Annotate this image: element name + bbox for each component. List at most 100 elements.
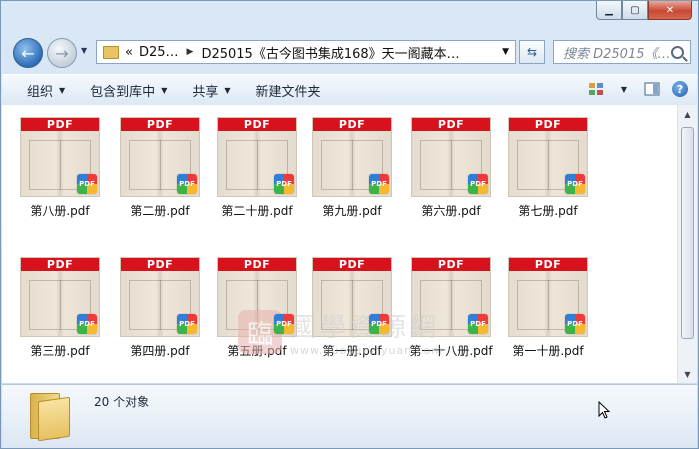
file-item[interactable]: PDF PDF 第一十八册.pdf [403, 257, 499, 359]
file-item[interactable]: PDF PDF 第二册.pdf [112, 117, 208, 219]
pdf-app-icon: PDF [274, 314, 294, 334]
pdf-thumbnail: PDF PDF [20, 117, 100, 197]
forward-button[interactable]: → [47, 38, 77, 68]
back-button[interactable]: ← [13, 38, 43, 68]
pdf-app-icon: PDF [468, 174, 488, 194]
search-input[interactable]: 搜索 D25015《… [553, 40, 691, 64]
file-name: 第一十册.pdf [512, 344, 584, 358]
vertical-scrollbar[interactable]: ▲ ▼ [677, 105, 697, 383]
pdf-header-band: PDF [218, 118, 296, 131]
minimize-button[interactable]: ▁ [596, 1, 622, 20]
file-name: 第六册.pdf [421, 204, 481, 218]
new-folder-label: 新建文件夹 [255, 84, 321, 100]
pdf-header-band: PDF [412, 258, 490, 271]
chevron-down-icon: ▼ [620, 84, 628, 94]
file-item[interactable]: PDF PDF 第二十册.pdf [209, 117, 305, 219]
file-item[interactable]: PDF PDF 第三册.pdf [12, 257, 108, 359]
pdf-thumbnail: PDF PDF [20, 257, 100, 337]
pdf-thumbnail: PDF PDF [217, 117, 297, 197]
file-name: 第八册.pdf [30, 204, 90, 218]
pdf-thumbnail: PDF PDF [120, 117, 200, 197]
address-dropdown-icon[interactable]: ▼ [502, 47, 509, 57]
maximize-button[interactable]: ▢ [622, 1, 648, 20]
chevron-down-icon: ▼ [224, 85, 231, 95]
refresh-button[interactable]: ⇆ [519, 40, 545, 64]
file-item[interactable]: PDF PDF 第九册.pdf [304, 117, 400, 219]
pdf-thumbnail: PDF PDF [411, 257, 491, 337]
organize-label: 组织 [27, 84, 54, 100]
pdf-app-icon: PDF [274, 174, 294, 194]
organize-menu[interactable]: 组织 ▼ [27, 81, 65, 100]
new-folder-button[interactable]: 新建文件夹 [256, 81, 321, 100]
chevron-right-icon[interactable]: ▶ [187, 47, 194, 57]
pdf-app-icon: PDF [177, 174, 197, 194]
pdf-thumbnail: PDF PDF [411, 117, 491, 197]
caption-buttons: ▁ ▢ ✕ [596, 1, 692, 21]
folder-large-icon [30, 393, 70, 442]
pdf-thumbnail: PDF PDF [217, 257, 297, 337]
file-name: 第五册.pdf [227, 344, 287, 358]
breadcrumb-current[interactable]: D25015《古今图书集成168》天一阁藏本… [201, 43, 459, 62]
pdf-header-band: PDF [121, 258, 199, 271]
file-name: 第七册.pdf [518, 204, 578, 218]
help-button[interactable]: ? [671, 80, 689, 98]
file-item[interactable]: PDF PDF 第七册.pdf [500, 117, 596, 219]
include-in-library-label: 包含到库中 [90, 84, 156, 100]
change-view-icon [589, 83, 603, 95]
file-name: 第三册.pdf [30, 344, 90, 358]
share-menu[interactable]: 共享 ▼ [192, 81, 230, 100]
pdf-header-band: PDF [313, 118, 391, 131]
include-in-library-menu[interactable]: 包含到库中 ▼ [90, 81, 167, 100]
pdf-app-icon: PDF [77, 174, 97, 194]
file-item[interactable]: PDF PDF 第一册.pdf [304, 257, 400, 359]
pdf-header-band: PDF [509, 118, 587, 131]
recent-pages-dropdown[interactable]: ▼ [81, 46, 87, 55]
breadcrumb-parent[interactable]: D25… [139, 45, 179, 60]
pdf-app-icon: PDF [369, 174, 389, 194]
help-icon: ? [672, 81, 688, 97]
file-name: 第一十八册.pdf [409, 344, 493, 358]
scroll-thumb[interactable] [681, 127, 694, 339]
chevron-down-icon: ▼ [161, 85, 168, 95]
scroll-down-icon[interactable]: ▼ [680, 367, 695, 381]
scroll-up-icon[interactable]: ▲ [680, 107, 695, 121]
maximize-icon: ▢ [630, 4, 640, 16]
explorer-window: ▁ ▢ ✕ ← → ▼ « D25… ▶ D25015《古今图书集成168》天一… [0, 0, 699, 449]
address-bar[interactable]: « D25… ▶ D25015《古今图书集成168》天一阁藏本… ▼ [96, 40, 516, 64]
search-icon [671, 45, 684, 59]
pdf-app-icon: PDF [565, 174, 585, 194]
file-name: 第四册.pdf [130, 344, 190, 358]
preview-pane-button[interactable] [643, 80, 661, 98]
file-item[interactable]: PDF PDF 第八册.pdf [12, 117, 108, 219]
file-name: 第二册.pdf [130, 204, 190, 218]
file-item[interactable]: PDF PDF 第五册.pdf [209, 257, 305, 359]
item-count: 20 个对象 [94, 395, 150, 409]
pdf-header-band: PDF [21, 258, 99, 271]
file-name: 第九册.pdf [322, 204, 382, 218]
file-name: 第一册.pdf [322, 344, 382, 358]
pdf-header-band: PDF [412, 118, 490, 131]
pdf-thumbnail: PDF PDF [312, 257, 392, 337]
close-icon: ✕ [665, 4, 675, 16]
pdf-thumbnail: PDF PDF [508, 117, 588, 197]
minimize-icon: ▁ [605, 4, 613, 16]
folder-icon [103, 45, 119, 59]
pdf-app-icon: PDF [468, 314, 488, 334]
breadcrumb-overflow[interactable]: « [125, 45, 133, 60]
file-item[interactable]: PDF PDF 第四册.pdf [112, 257, 208, 359]
file-item[interactable]: PDF PDF 第一十册.pdf [500, 257, 596, 359]
pdf-app-icon: PDF [565, 314, 585, 334]
back-arrow-icon: ← [21, 43, 35, 63]
file-item[interactable]: PDF PDF 第六册.pdf [403, 117, 499, 219]
toolbar-right: ▼ ? [587, 80, 689, 98]
pdf-thumbnail: PDF PDF [120, 257, 200, 337]
close-button[interactable]: ✕ [648, 1, 692, 20]
navigation-bar: ← → ▼ « D25… ▶ D25015《古今图书集成168》天一阁藏本… ▼… [1, 36, 698, 68]
mouse-cursor-icon [598, 401, 611, 419]
pdf-app-icon: PDF [177, 314, 197, 334]
view-dropdown-button[interactable]: ▼ [615, 80, 633, 98]
pdf-header-band: PDF [21, 118, 99, 131]
command-bar: 组织 ▼ 包含到库中 ▼ 共享 ▼ 新建文件夹 ▼ ? [2, 74, 697, 106]
search-placeholder: 搜索 D25015《… [563, 46, 671, 62]
view-options-button[interactable] [587, 80, 605, 98]
